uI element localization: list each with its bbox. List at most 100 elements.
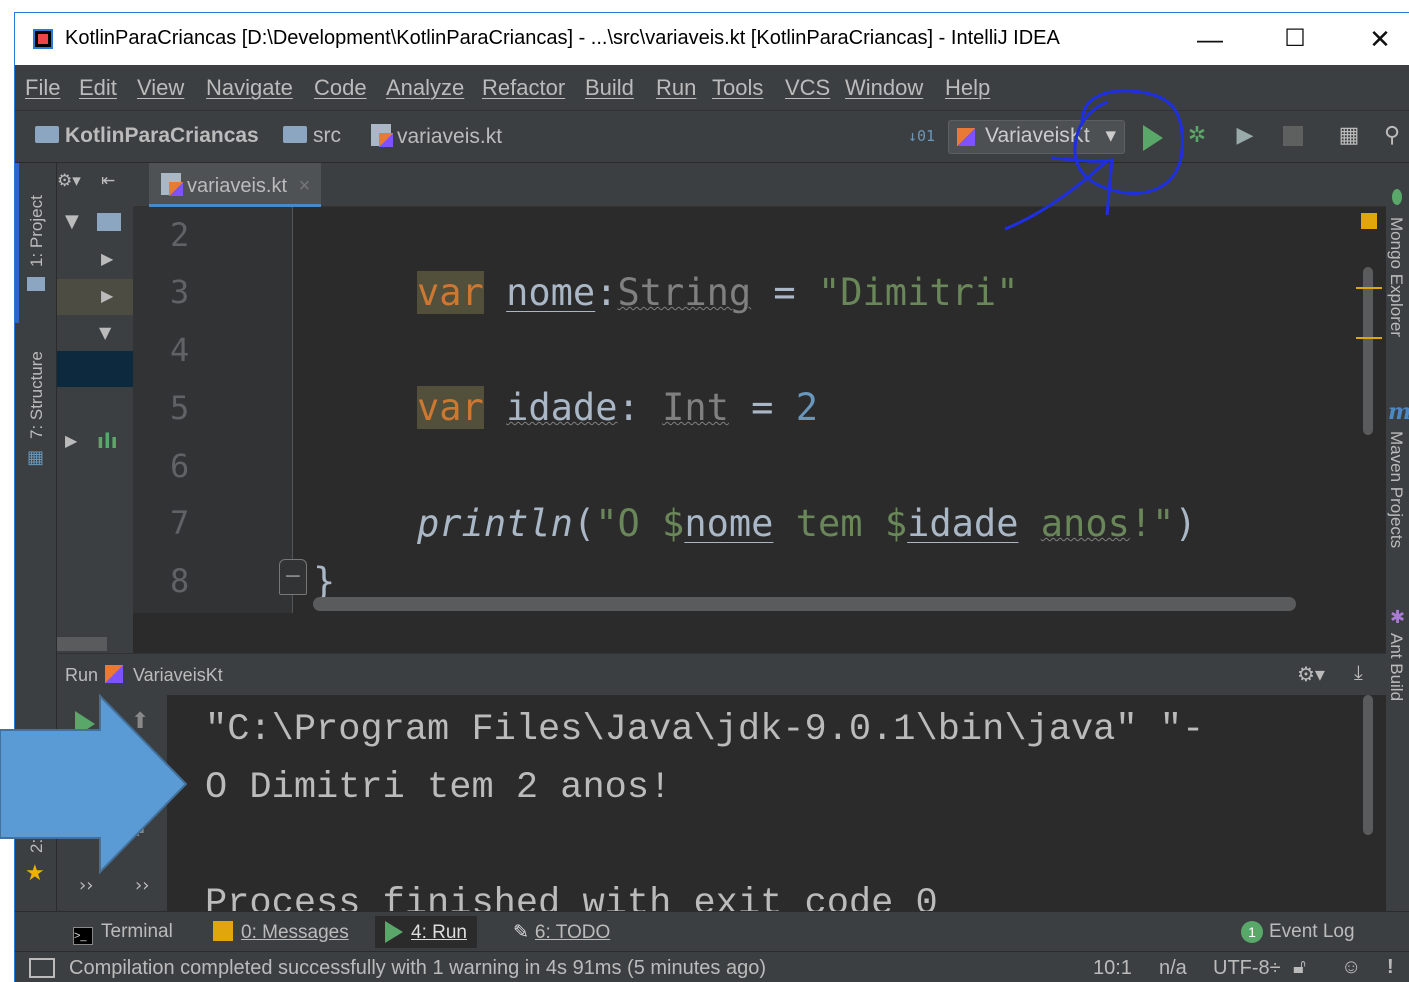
event-log-button[interactable]: 1 Event Log	[1231, 916, 1365, 948]
sort-binary-icon[interactable]: ↓01	[908, 123, 935, 149]
editor-hscrollbar[interactable]	[313, 597, 1296, 611]
menu-refactor[interactable]: Refactor	[482, 75, 565, 101]
warning-marker-icon[interactable]	[1361, 213, 1377, 229]
coverage-icon[interactable]: ▶	[1232, 123, 1258, 149]
breadcrumb-file[interactable]: variaveis.kt	[371, 124, 502, 149]
toggle-tool-windows-icon[interactable]	[29, 958, 55, 978]
tab-structure[interactable]: 7: Structure	[27, 351, 47, 439]
tree-expanded-icon[interactable]: ▼	[99, 323, 111, 342]
tab-maven-projects[interactable]: Maven Projects	[1386, 431, 1406, 548]
tab-run[interactable]: 4: Run	[375, 916, 477, 948]
tab-ant-build[interactable]: Ant Build	[1386, 633, 1406, 701]
bottom-tool-tabs: >_ Terminal 0: Messages 4: Run ✎ 6: TODO 1…	[15, 911, 1409, 951]
error-stripe-mark[interactable]	[1356, 337, 1382, 339]
settings-gear-icon[interactable]: ⚙▾	[57, 171, 81, 191]
run-panel-title: Run	[65, 665, 99, 685]
file-encoding[interactable]: UTF-8÷	[1213, 957, 1281, 980]
tab-favorites[interactable]: 2: Favorites	[27, 764, 47, 853]
error-stripe-mark[interactable]	[1356, 287, 1382, 289]
tab-todo[interactable]: ✎ 6: TODO	[503, 916, 620, 948]
close-button[interactable]: ✕	[1360, 21, 1400, 57]
ant-icon: ✱	[1390, 607, 1406, 628]
tree-collapsed-icon[interactable]: ▶	[101, 249, 113, 268]
more-icon[interactable]: ››	[79, 875, 93, 896]
menu-view[interactable]: View	[137, 75, 184, 101]
tree-row-highlighted[interactable]: ▶	[57, 279, 133, 315]
menu-run[interactable]: Run	[656, 75, 696, 101]
notifications-icon[interactable]: !	[1387, 956, 1394, 979]
tab-project[interactable]: 1: Project	[27, 195, 47, 267]
tree-row-selected[interactable]	[57, 351, 133, 387]
fold-icon[interactable]: −	[279, 559, 307, 595]
minimize-button[interactable]: —	[1190, 21, 1230, 57]
project-structure-icon[interactable]: ▦	[1336, 123, 1362, 149]
run-config-label: VariaveisKt	[985, 124, 1090, 147]
menu-analyze[interactable]: Analyze	[386, 75, 464, 101]
kotlin-file-icon	[371, 124, 393, 147]
breadcrumb-project-label: KotlinParaCriancas	[65, 124, 259, 147]
right-tool-strip: Mongo Explorer m Maven Projects ✱ Ant Bu…	[1386, 163, 1409, 911]
lock-icon[interactable]: 🔓︎	[1293, 956, 1306, 979]
stop-button[interactable]	[1280, 123, 1306, 149]
active-tab-indicator	[15, 163, 19, 323]
menu-file[interactable]: File	[25, 75, 60, 101]
breadcrumb-src[interactable]: src	[283, 124, 341, 148]
gear-icon[interactable]: ⚙▾	[1297, 662, 1325, 687]
breadcrumb-src-label: src	[313, 124, 341, 147]
tree-collapsed-icon[interactable]: ▶	[65, 431, 77, 450]
more-icon[interactable]: ››	[135, 875, 149, 896]
menu-vcs[interactable]: VCS	[785, 75, 830, 101]
tab-terminal[interactable]: >_ Terminal	[63, 916, 183, 948]
up-arrow-icon[interactable]: ⬆	[131, 709, 149, 734]
tab-variaveis-kt[interactable]: variaveis.kt ×	[149, 163, 321, 207]
maximize-button[interactable]: ☐	[1275, 21, 1315, 57]
menu-tools[interactable]: Tools	[712, 75, 763, 101]
menu-build[interactable]: Build	[585, 75, 634, 101]
library-icon: ılı	[97, 429, 118, 453]
tab-messages[interactable]: 0: Messages	[203, 916, 359, 948]
ide-window: KotlinParaCriancas [D:\Development\Kotli…	[14, 12, 1409, 982]
inspector-icon[interactable]: ☺︎	[1341, 956, 1361, 979]
project-hscrollbar[interactable]	[57, 637, 107, 651]
editor-vscrollbar[interactable]	[1363, 267, 1373, 435]
run-console[interactable]: "C:\Program Files\Java\jdk-9.0.1\bin\jav…	[167, 695, 1386, 911]
menu-code[interactable]: Code	[314, 75, 367, 101]
run-configuration-dropdown[interactable]: VariaveisKt ▾	[948, 120, 1125, 154]
line-separator[interactable]: n/a	[1159, 957, 1187, 980]
star-icon: ★	[25, 861, 45, 886]
mongo-leaf-icon	[1392, 189, 1402, 205]
intellij-icon	[33, 29, 53, 49]
project-folder-icon	[35, 126, 59, 143]
soft-wrap-icon[interactable]: ↲	[131, 817, 148, 841]
status-message[interactable]: Compilation completed successfully with …	[69, 957, 766, 980]
code-line-7: println("O $nome tem $idade anos!")	[417, 502, 1197, 545]
tab-mongo-explorer[interactable]: Mongo Explorer	[1386, 217, 1406, 337]
menu-bar: File Edit View Navigate Code Analyze Ref…	[15, 65, 1409, 111]
run-button[interactable]	[1143, 125, 1163, 151]
structure-tab-icon: ▦	[27, 447, 45, 468]
editor-tab-bar: variaveis.kt ×	[133, 163, 1386, 207]
code-line-5: var idade: Int = 2	[417, 386, 818, 429]
console-vscrollbar[interactable]	[1363, 695, 1373, 835]
close-tab-icon[interactable]: ×	[299, 175, 311, 197]
rerun-button[interactable]	[75, 711, 95, 737]
debug-icon[interactable]: ✲	[1184, 123, 1210, 149]
hide-panel-icon[interactable]: ⤓	[1354, 662, 1363, 685]
menu-window[interactable]: Window	[845, 75, 923, 101]
run-panel-header: Run VariaveisKt ⚙▾ ⤓	[57, 653, 1386, 695]
project-tool-window: ⚙▾ ⇤ ▼ ▶ ▶ ▼ ▶ ılı	[57, 163, 133, 653]
title-bar: KotlinParaCriancas [D:\Development\Kotli…	[15, 13, 1409, 65]
menu-navigate[interactable]: Navigate	[206, 75, 293, 101]
run-panel-config: VariaveisKt	[133, 665, 223, 685]
collapse-icon[interactable]: ⇤	[101, 171, 115, 191]
project-tab-icon	[27, 277, 45, 291]
status-bar: Compilation completed successfully with …	[15, 951, 1409, 982]
left-tool-strip: 1: Project 7: Structure ▦ 2: Favorites ★	[15, 163, 57, 911]
breadcrumb-project[interactable]: KotlinParaCriancas	[35, 124, 259, 148]
tree-expand-icon[interactable]: ▼	[65, 211, 79, 232]
menu-help[interactable]: Help	[945, 75, 990, 101]
search-icon[interactable]: ⚲	[1379, 123, 1405, 149]
menu-edit[interactable]: Edit	[79, 75, 117, 101]
caret-position[interactable]: 10:1	[1093, 957, 1132, 980]
maven-icon: m	[1388, 399, 1409, 425]
